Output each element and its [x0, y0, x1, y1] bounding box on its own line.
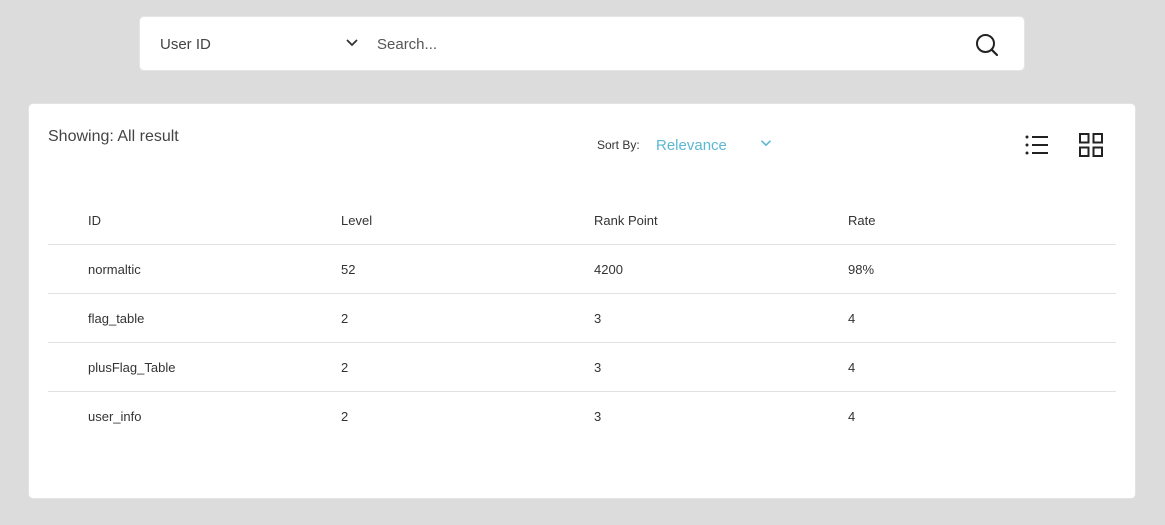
search-icon[interactable] — [974, 32, 1000, 58]
results-table: ID Level Rank Point Rate normaltic 52 42… — [48, 196, 1116, 441]
column-header-rate[interactable]: Rate — [848, 213, 875, 228]
table-row[interactable]: plusFlag_Table 2 3 4 — [48, 343, 1116, 392]
cell-rate: 4 — [848, 409, 856, 424]
cell-level: 52 — [341, 262, 356, 277]
cell-id: normaltic — [88, 262, 141, 277]
sort-by-label: Sort By: — [597, 138, 640, 152]
cell-level: 2 — [341, 360, 349, 375]
cell-id: flag_table — [88, 311, 145, 326]
results-panel: Showing: All result Sort By: Relevance I… — [28, 103, 1136, 499]
search-bar: User ID — [139, 16, 1025, 71]
cell-rank-point: 3 — [594, 360, 602, 375]
cell-id: plusFlag_Table — [88, 360, 176, 375]
cell-rank-point: 3 — [594, 311, 602, 326]
search-input[interactable] — [377, 30, 957, 58]
sort-select[interactable]: Relevance — [656, 130, 786, 160]
cell-level: 2 — [341, 409, 349, 424]
showing-label: Showing: All result — [48, 128, 179, 145]
grid-view-icon[interactable] — [1079, 133, 1103, 157]
list-view-icon[interactable] — [1025, 134, 1049, 156]
column-header-level[interactable]: Level — [341, 213, 372, 228]
table-header-row: ID Level Rank Point Rate — [48, 196, 1116, 245]
table-row[interactable]: flag_table 2 3 4 — [48, 294, 1116, 343]
cell-id: user_info — [88, 409, 142, 424]
search-filter-label: User ID — [160, 36, 211, 53]
column-header-rank-point[interactable]: Rank Point — [594, 213, 658, 228]
chevron-down-icon — [346, 39, 358, 46]
cell-rate: 98% — [848, 262, 875, 277]
sort-value: Relevance — [656, 137, 727, 154]
cell-rate: 4 — [848, 360, 856, 375]
column-header-id[interactable]: ID — [88, 213, 101, 228]
cell-rank-point: 3 — [594, 409, 602, 424]
cell-rank-point: 4200 — [594, 262, 623, 277]
table-row[interactable]: normaltic 52 4200 98% — [48, 245, 1116, 294]
chevron-down-icon — [761, 140, 771, 146]
cell-rate: 4 — [848, 311, 856, 326]
search-filter-dropdown[interactable]: User ID — [140, 17, 365, 72]
table-row[interactable]: user_info 2 3 4 — [48, 392, 1116, 441]
cell-level: 2 — [341, 311, 349, 326]
